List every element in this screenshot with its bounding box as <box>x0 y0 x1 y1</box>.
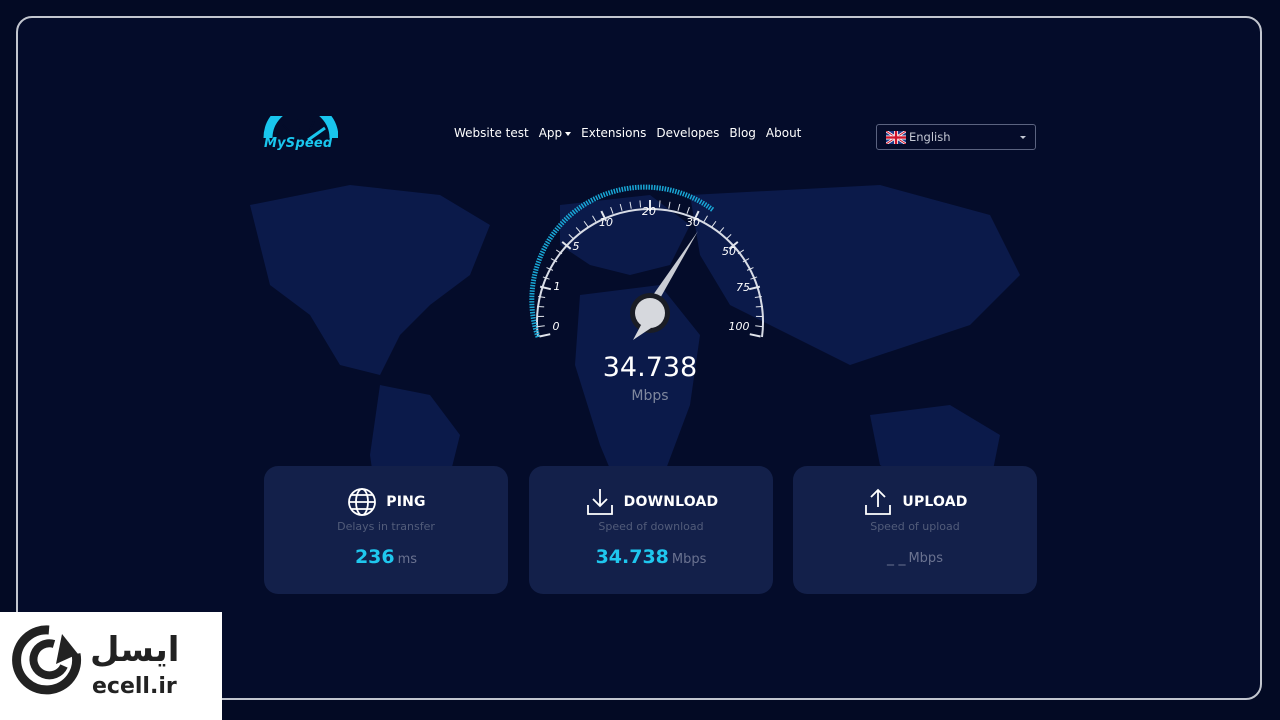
download-icon <box>586 489 613 515</box>
caret-down-icon <box>565 131 572 136</box>
gauge-tick-mark <box>725 234 732 240</box>
nav-blog[interactable]: Blog <box>729 126 756 140</box>
nav-about[interactable]: About <box>766 126 801 140</box>
nav-app-label: App <box>538 126 563 140</box>
gauge-tick-mark <box>575 227 582 234</box>
gauge-tick-label: 10 <box>599 216 613 229</box>
nav-developes[interactable]: Developes <box>656 126 719 140</box>
ping-unit: ms <box>397 552 418 567</box>
ping-value: 236 <box>354 546 395 568</box>
upload-card: UPLOAD Speed of upload _ _ Mbps <box>793 466 1037 594</box>
gauge-tick-label: 0 <box>553 320 560 333</box>
main-nav: Website test App Extensions Developes Bl… <box>454 126 801 140</box>
gauge-tick-label: 1 <box>554 280 561 293</box>
gauge-hub-cap <box>635 298 665 328</box>
gauge-tick-mark <box>755 325 763 328</box>
gauge-tick-mark <box>718 227 725 234</box>
upload-card-header: UPLOAD <box>793 486 1037 518</box>
globe-icon <box>348 488 377 516</box>
download-title: DOWNLOAD <box>623 494 719 510</box>
ecell-logo-icon <box>12 625 82 695</box>
gauge-tick-label: 75 <box>736 281 750 294</box>
gauge-tick-mark <box>703 215 708 223</box>
gauge-progress-arc <box>529 184 715 338</box>
gauge-tick-mark <box>610 206 614 214</box>
upload-value: _ _ <box>887 550 906 566</box>
ping-title: PING <box>386 494 426 510</box>
download-value: 34.738 <box>595 546 669 568</box>
watermark-persian: ایسل <box>90 630 180 670</box>
gauge-tick-mark <box>677 203 681 211</box>
ping-value-row: 236 ms <box>264 546 508 568</box>
current-speed-value: 34.738 <box>602 352 698 383</box>
gauge-tick-mark <box>749 333 761 338</box>
gauge-tick-mark <box>568 234 575 240</box>
gauge-tick-mark <box>537 325 545 328</box>
nav-extensions[interactable]: Extensions <box>581 126 646 140</box>
gauge-tick-mark <box>592 215 597 223</box>
download-value-row: 34.738 Mbps <box>529 546 773 568</box>
gauge-tick-label: 100 <box>729 320 750 333</box>
gauge-tick-mark <box>583 220 589 228</box>
nav-app[interactable]: App <box>538 126 572 140</box>
upload-value-row: _ _ Mbps <box>793 550 1037 566</box>
gauge-tick-label: 50 <box>722 245 736 258</box>
gauge-tick-mark <box>686 206 690 214</box>
dropdown-arrow-icon <box>1020 136 1026 139</box>
gauge-tick-mark <box>539 333 551 338</box>
brand-name[interactable]: MySpeed <box>264 136 332 151</box>
gauge-tick-mark <box>668 201 671 209</box>
uk-flag-icon <box>886 130 906 144</box>
upload-title: UPLOAD <box>902 494 968 510</box>
gauge-tick-label: 5 <box>573 240 580 253</box>
ping-subtitle: Delays in transfer <box>337 520 435 533</box>
current-speed-unit: Mbps <box>631 388 669 404</box>
download-card: DOWNLOAD Speed of download 34.738 Mbps <box>529 466 773 594</box>
watermark-latin: ecell.ir <box>92 674 177 699</box>
language-label: English <box>909 130 951 144</box>
speedometer-gauge: 0 1 5 10 20 30 50 75 100 <box>529 184 764 340</box>
upload-unit: Mbps <box>908 551 943 566</box>
gauge-tick-mark <box>639 200 642 208</box>
gauge-tick-label: 30 <box>686 216 700 229</box>
gauge-tick-mark <box>711 220 717 228</box>
ping-card-header: PING <box>264 486 508 518</box>
ping-card: PING Delays in transfer 236 ms <box>264 466 508 594</box>
gauge-tick-mark <box>629 201 632 209</box>
download-card-header: DOWNLOAD <box>529 486 773 518</box>
nav-website-test[interactable]: Website test <box>454 126 529 140</box>
download-subtitle: Speed of download <box>598 520 704 533</box>
upload-icon <box>865 488 892 515</box>
download-unit: Mbps <box>671 552 707 567</box>
language-select[interactable]: English <box>876 124 1036 150</box>
gauge-tick-label: 20 <box>642 205 656 218</box>
gauge-tick-mark <box>658 200 661 208</box>
upload-subtitle: Speed of upload <box>870 520 960 533</box>
gauge-tick-mark <box>619 203 623 211</box>
